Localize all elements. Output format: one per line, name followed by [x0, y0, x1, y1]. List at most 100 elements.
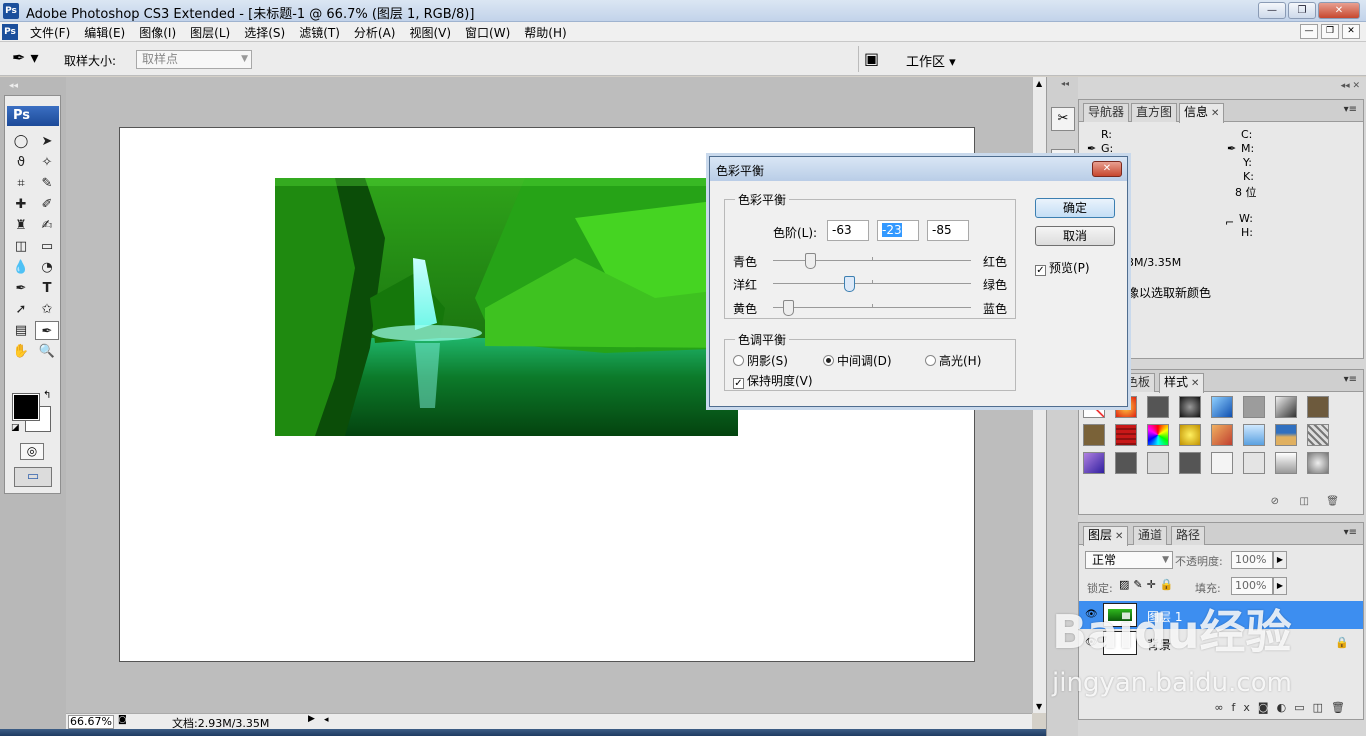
lock-image-icon[interactable]: ✎ — [1133, 578, 1146, 591]
tab-histogram[interactable]: 直方图 — [1131, 103, 1178, 122]
ok-button[interactable]: 确定 — [1035, 198, 1115, 218]
preserve-luminosity-checkbox[interactable]: ✓ 保持明度(V) — [733, 372, 813, 389]
style-swatch[interactable] — [1115, 424, 1137, 446]
path-selection-tool-icon[interactable]: ➚ — [9, 300, 33, 319]
lock-all-icon[interactable]: 🔒 — [1160, 578, 1178, 591]
style-swatch[interactable] — [1243, 424, 1265, 446]
preview-checkbox[interactable]: ✓ 预览(P) — [1035, 259, 1090, 276]
slider-magenta-green[interactable]: 洋红 绿色 — [725, 273, 1015, 293]
close-icon[interactable]: ✕ — [1211, 108, 1219, 119]
style-swatch[interactable] — [1083, 424, 1105, 446]
blend-mode-select[interactable]: 正常 ▼ — [1085, 551, 1173, 569]
style-swatch[interactable] — [1147, 424, 1169, 446]
tab-paths[interactable]: 路径 — [1171, 526, 1206, 545]
healing-brush-tool-icon[interactable]: ✚ — [9, 195, 33, 214]
layer-style-icon[interactable]: fx — [1232, 701, 1258, 714]
delete-layer-icon[interactable]: 🗑 — [1331, 701, 1353, 714]
eyedropper-tool-preset-icon[interactable]: ✒ ▾ — [12, 48, 52, 70]
scroll-left-icon[interactable]: ◂ — [324, 715, 329, 725]
slider-yellow-blue[interactable]: 黄色 蓝色 — [725, 297, 1015, 317]
style-swatch[interactable] — [1211, 452, 1233, 474]
slider-thumb[interactable] — [804, 253, 816, 269]
menu-select[interactable]: 选择(S) — [244, 24, 285, 41]
tool-presets-icon[interactable]: ✂ — [1051, 107, 1075, 131]
scroll-down-icon[interactable]: ▼ — [1036, 702, 1042, 711]
magic-wand-tool-icon[interactable]: ✧ — [35, 153, 59, 172]
link-layers-icon[interactable]: ∞ — [1214, 701, 1231, 714]
adjustment-layer-icon[interactable]: ◐ — [1277, 701, 1295, 714]
lock-position-icon[interactable]: ✛ — [1147, 578, 1160, 591]
collapse-arrows-icon[interactable]: ◂◂ — [9, 81, 18, 91]
tab-channels[interactable]: 通道 — [1133, 526, 1168, 545]
doc-minimize-button[interactable]: — — [1300, 24, 1318, 39]
panel-menu-icon[interactable]: ▾≡ — [1344, 527, 1357, 538]
level-yellow-blue-input[interactable]: -85 — [927, 220, 969, 241]
default-colors-icon[interactable]: ◪ — [11, 423, 20, 433]
style-swatch[interactable] — [1307, 424, 1329, 446]
panel-menu-icon[interactable]: ▾≡ — [1344, 104, 1357, 115]
marquee-tool-icon[interactable]: ◯ — [9, 132, 33, 151]
style-swatch[interactable] — [1147, 452, 1169, 474]
tab-info[interactable]: 信息 ✕ — [1179, 103, 1225, 123]
close-icon[interactable]: ✕ — [1191, 378, 1199, 389]
style-swatch[interactable] — [1211, 396, 1233, 418]
clear-style-icon[interactable]: ⊘ — [1271, 496, 1279, 507]
radio-highlights[interactable]: 高光(H) — [925, 352, 981, 369]
tab-styles[interactable]: 样式 ✕ — [1159, 373, 1205, 393]
menu-help[interactable]: 帮助(H) — [524, 24, 566, 41]
zoom-options-icon[interactable]: ◙ — [118, 715, 127, 725]
layer-name[interactable]: 背景 — [1147, 636, 1171, 653]
group-icon[interactable]: ▭ — [1294, 701, 1312, 714]
scroll-up-icon[interactable]: ▲ — [1036, 79, 1042, 88]
radio-midtones[interactable]: 中间调(D) — [823, 352, 892, 369]
new-layer-icon[interactable]: ◫ — [1313, 701, 1331, 714]
opacity-input[interactable]: 100% — [1231, 551, 1273, 569]
lasso-tool-icon[interactable]: ϑ — [9, 153, 33, 172]
layer-name[interactable]: 图层 1 — [1147, 608, 1182, 625]
slice-tool-icon[interactable]: ✎ — [35, 174, 59, 193]
menu-window[interactable]: 窗口(W) — [465, 24, 510, 41]
brush-tool-icon[interactable]: ✐ — [35, 195, 59, 214]
zoom-tool-icon[interactable]: 🔍 — [35, 342, 59, 361]
opacity-slider-arrow[interactable]: ▶ — [1273, 551, 1287, 569]
style-swatch[interactable] — [1179, 396, 1201, 418]
minimize-button[interactable]: — — [1258, 2, 1286, 19]
level-cyan-red-input[interactable]: -63 — [827, 220, 869, 241]
document-icon[interactable]: Ps — [2, 24, 18, 40]
close-button[interactable]: ✕ — [1318, 2, 1360, 19]
layer-row[interactable]: 👁 图层 1 — [1079, 601, 1363, 629]
style-swatch[interactable] — [1307, 396, 1329, 418]
style-swatch[interactable] — [1275, 424, 1297, 446]
style-swatch[interactable] — [1243, 452, 1265, 474]
layer-mask-icon[interactable]: ◙ — [1258, 701, 1277, 714]
new-style-icon[interactable]: ◫ — [1300, 496, 1309, 507]
style-swatch[interactable] — [1243, 396, 1265, 418]
swap-colors-icon[interactable]: ↰ — [43, 390, 51, 401]
screen-mode-button[interactable]: ▭ — [14, 467, 52, 487]
style-swatch[interactable] — [1179, 452, 1201, 474]
notes-tool-icon[interactable]: ▤ — [9, 321, 33, 340]
style-swatch[interactable] — [1211, 424, 1233, 446]
layer-row[interactable]: 👁 背景 🔒 — [1079, 629, 1363, 657]
tab-layers[interactable]: 图层 ✕ — [1083, 526, 1129, 546]
panels-close-icon[interactable]: ◂◂ ✕ — [1341, 81, 1360, 91]
eraser-tool-icon[interactable]: ◫ — [9, 237, 33, 256]
delete-style-icon[interactable]: 🗑 — [1326, 496, 1339, 507]
foreground-color-swatch[interactable] — [12, 393, 40, 421]
slider-thumb[interactable] — [844, 276, 856, 292]
dodge-tool-icon[interactable]: ◔ — [35, 258, 59, 277]
menu-image[interactable]: 图像(I) — [139, 24, 176, 41]
fill-input[interactable]: 100% — [1231, 577, 1273, 595]
eyedropper-tool-icon[interactable]: ✒ — [35, 321, 59, 340]
slider-thumb[interactable] — [782, 300, 794, 316]
style-swatch[interactable] — [1275, 452, 1297, 474]
menu-analysis[interactable]: 分析(A) — [354, 24, 396, 41]
cancel-button[interactable]: 取消 — [1035, 226, 1115, 246]
eye-icon[interactable]: 👁 — [1085, 637, 1098, 648]
style-swatch[interactable] — [1307, 452, 1329, 474]
style-swatch[interactable] — [1115, 452, 1137, 474]
menu-edit[interactable]: 编辑(E) — [84, 24, 125, 41]
crop-tool-icon[interactable]: ⌗ — [9, 174, 33, 193]
shape-tool-icon[interactable]: ✩ — [35, 300, 59, 319]
type-tool-icon[interactable]: T — [35, 279, 59, 298]
